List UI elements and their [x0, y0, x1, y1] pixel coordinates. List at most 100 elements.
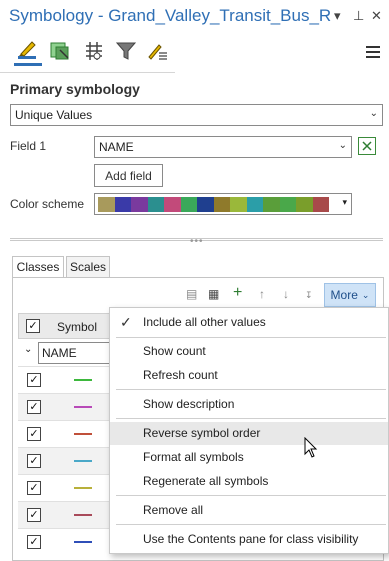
- menu-item-label: Use the Contents pane for class visibili…: [143, 532, 359, 546]
- symbology-toolbar: [0, 34, 389, 72]
- class-row[interactable]: ✓: [18, 501, 110, 528]
- field1-dropdown[interactable]: NAME ⌄: [94, 136, 352, 158]
- class-visibility-checkbox[interactable]: ✓: [27, 508, 41, 522]
- color-swatch: [164, 197, 181, 212]
- color-swatch: [197, 197, 214, 212]
- line-symbol-swatch[interactable]: [74, 541, 92, 543]
- menu-separator: [116, 389, 386, 390]
- symbol-layers-icon: [86, 42, 102, 60]
- menu-item-show-count[interactable]: Show count: [110, 340, 388, 363]
- menu-item-include-all[interactable]: ✓ Include all other values: [110, 311, 388, 334]
- add-icon[interactable]: +: [233, 284, 242, 302]
- menu-icon[interactable]: [366, 46, 380, 58]
- toolbar-divider: [0, 72, 175, 73]
- vary-symbology-icon: [50, 42, 69, 60]
- grip-icon: •••: [190, 236, 204, 247]
- menu-separator: [116, 337, 386, 338]
- class-visibility-checkbox[interactable]: ✓: [27, 454, 41, 468]
- symbol-layers-tab[interactable]: [80, 36, 108, 66]
- symbology-method-dropdown[interactable]: Unique Values ⌄: [10, 104, 383, 126]
- color-swatch: [213, 197, 230, 212]
- list-icon[interactable]: ▤: [186, 287, 197, 301]
- menu-separator: [116, 524, 386, 525]
- primary-symbology-heading: Primary symbology: [10, 81, 140, 97]
- group-field-label[interactable]: NAME: [38, 342, 110, 364]
- class-row[interactable]: ✓: [18, 528, 110, 555]
- classes-grid-header: ✓ Symbol: [18, 313, 110, 339]
- class-visibility-checkbox[interactable]: ✓: [27, 535, 41, 549]
- select-all-checkbox[interactable]: ✓: [26, 319, 40, 333]
- color-swatch: [131, 197, 148, 212]
- add-values-icon[interactable]: ▦: [208, 287, 219, 301]
- pane-title: Symbology - Grand_Valley_Transit_Bus_Rou…: [9, 6, 331, 25]
- more-button[interactable]: More ⌄: [324, 283, 376, 307]
- menu-item-label: Remove all: [143, 503, 204, 517]
- menu-item-reverse-order[interactable]: Reverse symbol order: [110, 422, 388, 445]
- field1-value: NAME: [99, 140, 134, 154]
- sql-expression-button[interactable]: [358, 137, 376, 155]
- line-symbol-swatch[interactable]: [74, 514, 92, 516]
- menu-item-label: Format all symbols: [143, 450, 244, 464]
- symbol-column-header[interactable]: Symbol: [57, 320, 97, 334]
- menu-item-contents-pane[interactable]: Use the Contents pane for class visibili…: [110, 528, 388, 551]
- class-row[interactable]: ✓: [18, 366, 110, 393]
- color-swatch: [230, 197, 247, 212]
- group-heading-row: ⌄ NAME: [18, 341, 110, 365]
- menu-item-label: Include all other values: [143, 315, 266, 329]
- symbology-method-value: Unique Values: [15, 108, 93, 122]
- tab-classes[interactable]: Classes: [12, 256, 64, 278]
- color-scheme-label: Color scheme: [10, 197, 85, 211]
- title-bar: Symbology - Grand_Valley_Transit_Bus_Rou…: [0, 0, 389, 34]
- pane-options-icon[interactable]: ▾: [334, 8, 341, 24]
- filter-tab[interactable]: [112, 36, 140, 66]
- filter-icon: [115, 42, 137, 60]
- paintbrush-icon: [18, 40, 36, 59]
- more-menu: ✓ Include all other values Show count Re…: [109, 307, 389, 554]
- expression-icon: [362, 141, 372, 151]
- move-up-icon[interactable]: ↑: [259, 287, 265, 301]
- menu-item-label: Show count: [143, 344, 206, 358]
- menu-item-show-description[interactable]: Show description: [110, 393, 388, 416]
- checkmark-icon: ✓: [120, 314, 132, 330]
- move-down-icon[interactable]: ↓: [283, 287, 289, 301]
- line-symbol-swatch[interactable]: [74, 406, 92, 408]
- color-swatch: [180, 197, 197, 212]
- menu-item-label: Show description: [143, 397, 235, 411]
- collapse-icon[interactable]: ⌄: [24, 344, 32, 355]
- add-field-button[interactable]: Add field: [94, 164, 163, 187]
- color-swatch: [312, 197, 329, 212]
- move-bottom-icon[interactable]: ↧: [305, 290, 313, 301]
- more-label: More: [330, 288, 358, 302]
- class-visibility-checkbox[interactable]: ✓: [27, 427, 41, 441]
- menu-item-label: Regenerate all symbols: [143, 474, 269, 488]
- chevron-down-icon: ⌄: [338, 140, 347, 151]
- menu-item-refresh-count[interactable]: Refresh count: [110, 364, 388, 387]
- line-symbol-swatch[interactable]: [74, 460, 92, 462]
- class-visibility-checkbox[interactable]: ✓: [27, 373, 41, 387]
- class-visibility-checkbox[interactable]: ✓: [27, 400, 41, 414]
- more-symbology-tab[interactable]: [144, 36, 172, 66]
- color-swatch: [147, 197, 164, 212]
- line-symbol-swatch[interactable]: [74, 487, 92, 489]
- close-icon[interactable]: ✕: [371, 8, 382, 24]
- menu-item-format-all[interactable]: Format all symbols: [110, 446, 388, 469]
- mouse-cursor-icon: [304, 437, 318, 458]
- color-swatch: [114, 197, 131, 212]
- class-row[interactable]: ✓: [18, 393, 110, 420]
- menu-item-regenerate-all[interactable]: Regenerate all symbols: [110, 470, 388, 493]
- menu-item-remove-all[interactable]: Remove all: [110, 499, 388, 522]
- class-visibility-checkbox[interactable]: ✓: [27, 481, 41, 495]
- pin-icon[interactable]: ⊥: [353, 8, 364, 24]
- class-row[interactable]: ✓: [18, 447, 110, 474]
- class-row[interactable]: ✓: [18, 420, 110, 447]
- tab-scales[interactable]: Scales: [66, 256, 110, 278]
- vary-symbology-tab[interactable]: [46, 36, 74, 66]
- chevron-down-icon: ⌄: [361, 289, 370, 300]
- color-scheme-dropdown[interactable]: ▾: [94, 193, 352, 215]
- line-symbol-swatch[interactable]: [74, 379, 92, 381]
- color-swatch: [98, 197, 115, 212]
- primary-symbology-tab[interactable]: [14, 36, 42, 66]
- line-symbol-swatch[interactable]: [74, 433, 92, 435]
- class-row[interactable]: ✓: [18, 474, 110, 501]
- color-swatch: [246, 197, 263, 212]
